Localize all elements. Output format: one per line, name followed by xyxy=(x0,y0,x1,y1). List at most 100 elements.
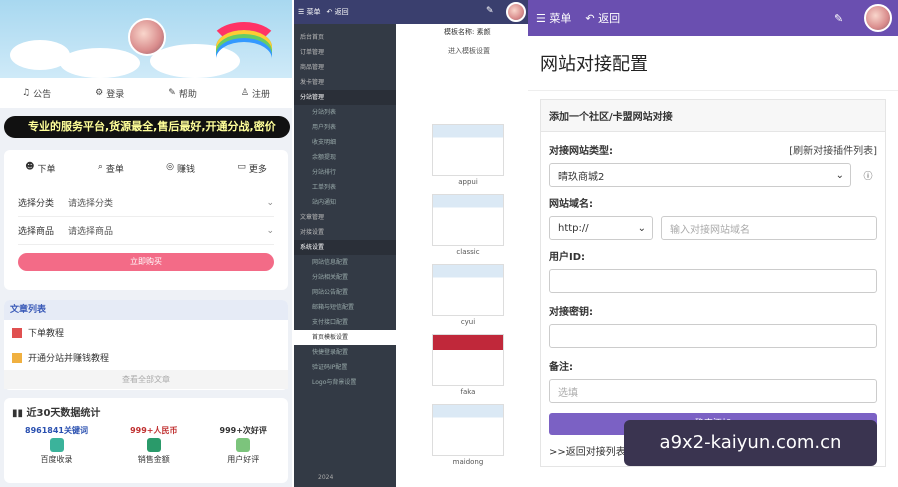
config-header: ☰ 菜单 ↶ 返回 ✎ xyxy=(528,0,898,36)
sidebar-item[interactable]: 发卡管理 xyxy=(294,75,396,90)
user-icon: ♙ xyxy=(240,88,249,98)
tab-more[interactable]: ▭ 更多 xyxy=(237,162,267,175)
avatar[interactable] xyxy=(506,2,526,22)
template-thumbnail[interactable] xyxy=(432,404,504,456)
sidebar-item[interactable]: 验证码IP配置 xyxy=(294,360,396,375)
sidebar-item[interactable]: 订单管理 xyxy=(294,45,396,60)
tab-query[interactable]: ⌕ 查单 xyxy=(98,162,124,175)
chevron-down-icon: ⌄ xyxy=(266,197,274,208)
login-icon: ⚙ xyxy=(95,88,104,98)
nav-login[interactable]: ⚙ 登录 xyxy=(95,87,124,100)
cart-icon: ☻ xyxy=(25,162,35,172)
sidebar-item[interactable]: 网站信息配置 xyxy=(294,255,396,270)
menu-button[interactable]: ☰ 菜单 xyxy=(298,7,321,17)
help-icon: ✎ xyxy=(168,88,176,98)
sidebar-item[interactable]: 文章管理 xyxy=(294,210,396,225)
template-name: 模板名称: 素颜 xyxy=(444,28,491,36)
sidebar-item[interactable]: 工单列表 xyxy=(294,180,396,195)
sidebar-item[interactable]: 分站列表 xyxy=(294,105,396,120)
secret-key-input[interactable] xyxy=(549,324,877,348)
site-type-select[interactable]: 晴玖商城2 ⌄ xyxy=(549,163,851,187)
article-item[interactable]: 下单教程 xyxy=(4,320,288,345)
marquee-banner: 专业的服务平台,货源最全,售后最好,开通分战,密价 xyxy=(4,116,290,138)
remark-input[interactable]: 选填 xyxy=(549,379,877,403)
more-articles-link[interactable]: 查看全部文章 xyxy=(4,370,288,389)
wrench-icon[interactable]: ✎ xyxy=(486,6,494,16)
nav-register[interactable]: ♙ 注册 xyxy=(241,87,270,100)
config-panel: ☰ 菜单 ↶ 返回 ✎ 网站对接配置 添加一个社区/卡盟网站对接 对接网站类型:… xyxy=(528,0,898,487)
tab-order[interactable]: ☻ 下单 xyxy=(25,162,55,175)
folder-icon: ▭ xyxy=(237,162,246,172)
refresh-plugins-link[interactable]: [刷新对接插件列表] xyxy=(789,142,877,157)
chart-icon: ▮▮ xyxy=(12,408,27,419)
sidebar-item[interactable]: 站内通知 xyxy=(294,195,396,210)
sidebar-menu: 后台首页 订单管理 商品管理 发卡管理 分站管理 分站列表 用户列表 收支明细 余额提现 分站排行… xyxy=(294,24,396,390)
sidebar-item[interactable]: 商品管理 xyxy=(294,60,396,75)
sidebar-item[interactable]: 支付接口配置 xyxy=(294,315,396,330)
back-button[interactable]: ↶ 返回 xyxy=(585,10,620,26)
wrench-icon[interactable]: ✎ xyxy=(834,12,843,25)
domain-input[interactable]: 输入对接网站域名 xyxy=(661,216,877,240)
template-thumbnail[interactable] xyxy=(432,334,504,386)
coin-icon: ◎ xyxy=(166,162,175,172)
sidebar-item[interactable]: 邮箱与短信配置 xyxy=(294,300,396,315)
admin-topbar: ✎ xyxy=(396,0,528,24)
page-title: 网站对接配置 xyxy=(528,36,898,91)
protocol-select[interactable]: http://⌄ xyxy=(549,216,653,240)
info-icon[interactable]: ⓘ xyxy=(855,169,881,182)
admin-footer: 2024 xyxy=(318,474,334,481)
sidebar-item[interactable]: 后台首页 xyxy=(294,30,396,45)
product-select[interactable]: 选择商品 请选择商品 ⌄ xyxy=(18,217,274,245)
sidebar-item[interactable]: 用户列表 xyxy=(294,120,396,135)
stat-reviews: 999+次好评 用户好评 xyxy=(219,426,267,464)
order-card: ☻ 下单 ⌕ 查单 ◎ 赚钱 ▭ 更多 选择分类 请选择分类 ⌄ 选择商品 请选择商品 ⌄ 立即… xyxy=(4,150,288,290)
nav-announcement[interactable]: ♫ 公告 xyxy=(22,87,51,100)
avatar[interactable] xyxy=(128,18,166,56)
article-icon xyxy=(12,352,22,363)
chevron-down-icon: ⌄ xyxy=(637,222,646,234)
category-select[interactable]: 选择分类 请选择分类 ⌄ xyxy=(18,189,274,217)
watermark: a9x2-kaiyun.com.cn xyxy=(624,420,877,466)
stat-keywords: 8961841关键词 百度收录 xyxy=(25,426,88,464)
chevron-down-icon: ⌄ xyxy=(266,225,274,236)
admin-panel: ☰ 菜单 ↶ 返回 后台首页 订单管理 商品管理 发卡管理 分站管理 分站列表 用户列表 收支明… xyxy=(294,0,528,487)
sidebar-item[interactable]: 网站公告配置 xyxy=(294,285,396,300)
money-bag-icon xyxy=(146,438,161,452)
stat-sales: 999+人民币 销售金额 xyxy=(130,426,178,464)
sidebar-item[interactable]: 分站排行 xyxy=(294,165,396,180)
sidebar-item[interactable]: 快捷登录配置 xyxy=(294,345,396,360)
sidebar-item[interactable]: 分站管理 xyxy=(294,90,396,105)
section-title: 添加一个社区/卡盟网站对接 xyxy=(541,100,885,132)
template-thumbnail[interactable] xyxy=(432,264,504,316)
admin-sidebar: ☰ 菜单 ↶ 返回 后台首页 订单管理 商品管理 发卡管理 分站管理 分站列表 用户列表 收支明… xyxy=(294,0,396,487)
rainbow-decoration xyxy=(208,22,280,72)
sidebar-item[interactable]: 首页模板设置 xyxy=(294,330,396,345)
template-label: cyui xyxy=(460,318,476,326)
mobile-store-panel: ♫ 公告 ⚙ 登录 ✎ 帮助 ♙ 注册 专业的服务平台,货源最全,售后最好,开通分战,密… xyxy=(0,0,292,487)
template-thumbnail[interactable] xyxy=(432,124,504,176)
buy-button[interactable]: 立即购买 xyxy=(18,253,274,271)
menu-button[interactable]: ☰ 菜单 xyxy=(536,10,571,26)
check-icon xyxy=(49,438,64,452)
avatar[interactable] xyxy=(864,4,892,32)
articles-title: 文章列表 xyxy=(4,300,288,320)
article-item[interactable]: 开通分站并赚钱教程 xyxy=(4,345,288,370)
back-button[interactable]: ↶ 返回 xyxy=(327,7,349,17)
template-label: appui xyxy=(458,178,478,186)
top-nav: ♫ 公告 ⚙ 登录 ✎ 帮助 ♙ 注册 xyxy=(0,78,292,108)
userid-input[interactable] xyxy=(549,269,877,293)
tab-earn[interactable]: ◎ 赚钱 xyxy=(166,162,195,175)
article-icon xyxy=(12,327,22,338)
template-thumbnail[interactable] xyxy=(432,194,504,246)
sidebar-item[interactable]: Logo与背景设置 xyxy=(294,375,396,390)
sidebar-item[interactable]: 收支明细 xyxy=(294,135,396,150)
template-settings-link[interactable]: 进入模板设置 xyxy=(448,46,490,56)
sidebar-item[interactable]: 余额提现 xyxy=(294,150,396,165)
nav-help[interactable]: ✎ 帮助 xyxy=(168,87,197,100)
sidebar-item[interactable]: 分站相关配置 xyxy=(294,270,396,285)
chevron-down-icon: ⌄ xyxy=(835,169,844,181)
sidebar-item[interactable]: 系统设置 xyxy=(294,240,396,255)
sidebar-item[interactable]: 对接设置 xyxy=(294,225,396,240)
order-tabs: ☻ 下单 ⌕ 查单 ◎ 赚钱 ▭ 更多 xyxy=(4,150,288,175)
template-label: maidong xyxy=(452,458,484,466)
